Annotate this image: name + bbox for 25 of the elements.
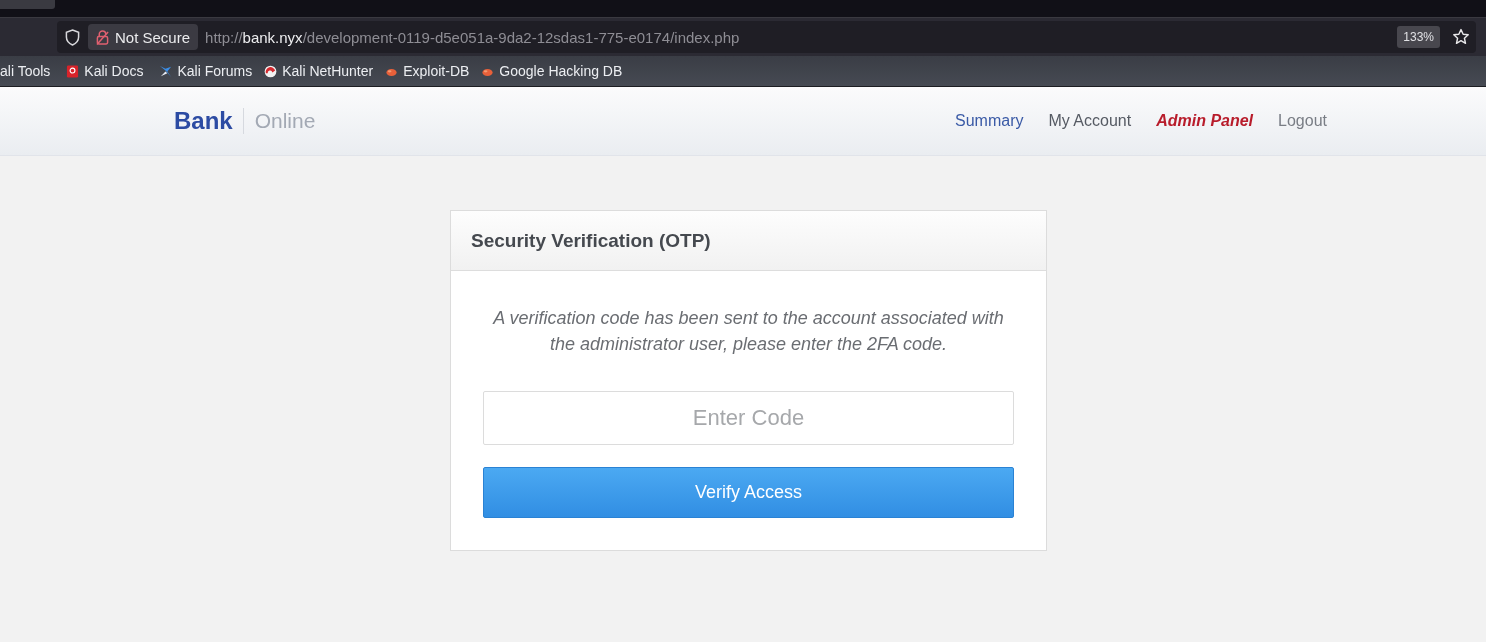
bookmark-link[interactable]: Kali NetHunter xyxy=(258,63,380,79)
zoom-level-button[interactable]: 133% xyxy=(1397,26,1440,48)
document-icon xyxy=(66,64,80,78)
code-input-field[interactable]: Enter Code xyxy=(483,391,1014,445)
site-security-button[interactable]: Not Secure xyxy=(88,24,199,50)
nav-link[interactable]: Logout xyxy=(1278,112,1327,130)
bookmark-link[interactable]: Google Hacking DB xyxy=(475,63,629,79)
swirl-icon xyxy=(264,64,278,78)
dragon-icon xyxy=(159,64,173,78)
bookmark-link[interactable]: Kali Forums xyxy=(153,63,259,79)
nav-link[interactable]: Admin Panel xyxy=(1156,112,1254,130)
star-icon[interactable] xyxy=(1452,28,1470,46)
brand-name[interactable]: Bank xyxy=(174,108,244,134)
url-text[interactable]: http://bank.nyx/development-0119-d5e051a-9da2-12sdas1-775-e0174/index.php xyxy=(205,28,740,46)
bookmark-link[interactable]: Exploit-DB xyxy=(379,63,476,79)
card-title: Security Verification (OTP) xyxy=(471,229,711,252)
verification-message: A verification code has been sent to the account associated with the administrator user, please enter the 2FA code. xyxy=(491,307,1005,356)
nav-link[interactable]: My Account xyxy=(1048,112,1132,130)
bookmark-link[interactable]: ali Tools xyxy=(0,63,57,79)
nav-link[interactable]: Summary xyxy=(955,112,1024,130)
shield-icon[interactable] xyxy=(65,28,80,46)
broken-lock-icon xyxy=(96,29,109,45)
address-bar[interactable]: Not Secure http://bank.nyx/development-0119-d5e051a-9da2-12sdas1-775-e0174/index.php 133% xyxy=(57,21,1476,53)
bookmark-link[interactable]: Kali Docs xyxy=(60,63,150,79)
brand-subtitle: Online xyxy=(253,109,316,133)
